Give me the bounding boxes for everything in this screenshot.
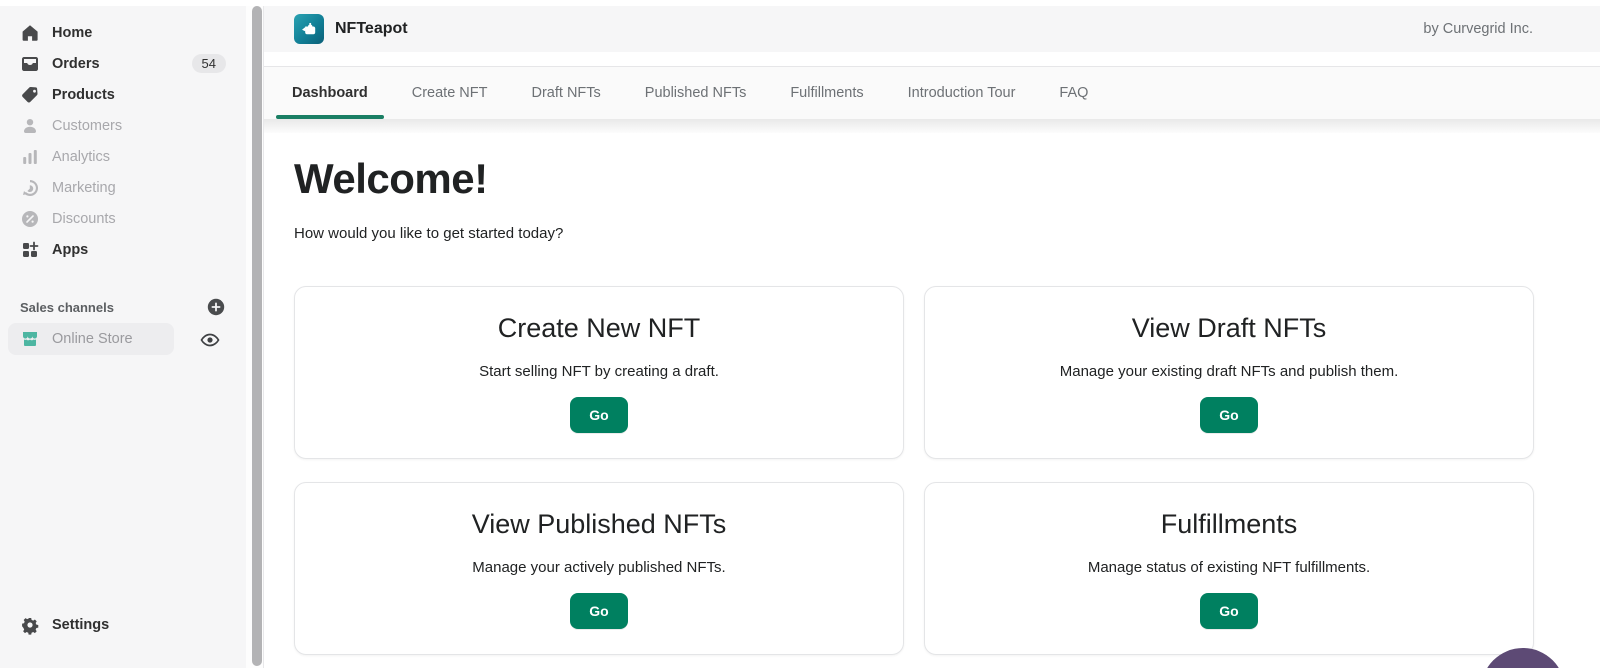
page-title: Welcome! [294, 155, 1600, 203]
card-view-draft-nfts: View Draft NFTs Manage your existing dra… [924, 286, 1534, 459]
sidebar: Home Orders 54 Products Customers [0, 6, 246, 668]
card-view-published-nfts: View Published NFTs Manage your actively… [294, 482, 904, 655]
card-description: Manage your existing draft NFTs and publ… [925, 363, 1533, 380]
sales-channels-label: Sales channels [20, 300, 206, 315]
sidebar-item-products[interactable]: Products [0, 79, 246, 110]
sales-channels-header: Sales channels [0, 295, 246, 319]
tab-published-nfts[interactable]: Published NFTs [629, 67, 763, 119]
sidebar-item-analytics[interactable]: Analytics [0, 141, 246, 172]
card-title: View Draft NFTs [925, 313, 1533, 344]
tab-fulfillments[interactable]: Fulfillments [774, 67, 879, 119]
sidebar-item-label: Orders [52, 56, 100, 72]
action-card-grid: Create New NFT Start selling NFT by crea… [294, 286, 1534, 655]
card-create-new-nft: Create New NFT Start selling NFT by crea… [294, 286, 904, 459]
main-area: NFTeapot by Curvegrid Inc. Dashboard Cre… [263, 6, 1600, 668]
nfteapot-logo-icon [294, 14, 324, 44]
go-button-create-nft[interactable]: Go [570, 397, 627, 433]
go-button-published-nfts[interactable]: Go [570, 593, 627, 629]
app-byline: by Curvegrid Inc. [1423, 21, 1533, 37]
sidebar-item-label: Settings [52, 617, 109, 633]
sidebar-item-settings[interactable]: Settings [0, 609, 246, 640]
tab-dashboard[interactable]: Dashboard [276, 67, 384, 119]
card-title: Fulfillments [925, 509, 1533, 540]
add-sales-channel-button[interactable] [206, 297, 226, 317]
sidebar-item-customers[interactable]: Customers [0, 110, 246, 141]
card-title: View Published NFTs [295, 509, 903, 540]
tab-bar-shadow [264, 119, 1600, 133]
tab-faq[interactable]: FAQ [1043, 67, 1104, 119]
discounts-icon [20, 209, 40, 229]
sidebar-item-home[interactable]: Home [0, 17, 246, 48]
sidebar-item-orders[interactable]: Orders 54 [0, 48, 246, 79]
orders-icon [20, 54, 40, 74]
tab-introduction-tour[interactable]: Introduction Tour [892, 67, 1032, 119]
card-description: Manage your actively published NFTs. [295, 559, 903, 576]
orders-count-badge: 54 [192, 54, 226, 73]
sidebar-item-discounts[interactable]: Discounts [0, 203, 246, 234]
tab-bar: Dashboard Create NFT Draft NFTs Publishe… [264, 67, 1600, 119]
sidebar-item-label: Customers [52, 118, 122, 134]
view-online-store-button[interactable] [199, 329, 221, 351]
card-description: Manage status of existing NFT fulfillmen… [925, 559, 1533, 576]
sidebar-item-online-store[interactable]: Online Store [8, 323, 174, 355]
app-header: NFTeapot by Curvegrid Inc. [264, 6, 1600, 52]
app-title: NFTeapot [335, 20, 408, 38]
go-button-draft-nfts[interactable]: Go [1200, 397, 1257, 433]
sidebar-item-label: Marketing [52, 180, 116, 196]
card-title: Create New NFT [295, 313, 903, 344]
sidebar-item-label: Online Store [52, 331, 133, 347]
header-divider [264, 52, 1600, 67]
tab-create-nft[interactable]: Create NFT [396, 67, 504, 119]
sidebar-item-label: Products [52, 87, 115, 103]
go-button-fulfillments[interactable]: Go [1200, 593, 1257, 629]
sidebar-scrollbar [246, 6, 263, 668]
card-description: Start selling NFT by creating a draft. [295, 363, 903, 380]
apps-icon [20, 240, 40, 260]
home-icon [20, 23, 40, 43]
analytics-icon [20, 147, 40, 167]
scrollbar-thumb[interactable] [252, 6, 262, 666]
tab-draft-nfts[interactable]: Draft NFTs [516, 67, 617, 119]
dashboard-content: Welcome! How would you like to get start… [264, 133, 1600, 668]
card-fulfillments: Fulfillments Manage status of existing N… [924, 482, 1534, 655]
page-subtitle: How would you like to get started today? [294, 225, 1600, 242]
storefront-icon [20, 329, 40, 349]
sidebar-item-label: Home [52, 25, 92, 41]
customers-icon [20, 116, 40, 136]
sidebar-item-label: Discounts [52, 211, 116, 227]
sidebar-item-marketing[interactable]: Marketing [0, 172, 246, 203]
marketing-icon [20, 178, 40, 198]
products-icon [20, 85, 40, 105]
sidebar-item-apps[interactable]: Apps [0, 234, 246, 265]
gear-icon [20, 615, 40, 635]
page: Home Orders 54 Products Customers [0, 0, 1600, 668]
sidebar-item-label: Analytics [52, 149, 110, 165]
sidebar-item-label: Apps [52, 242, 88, 258]
